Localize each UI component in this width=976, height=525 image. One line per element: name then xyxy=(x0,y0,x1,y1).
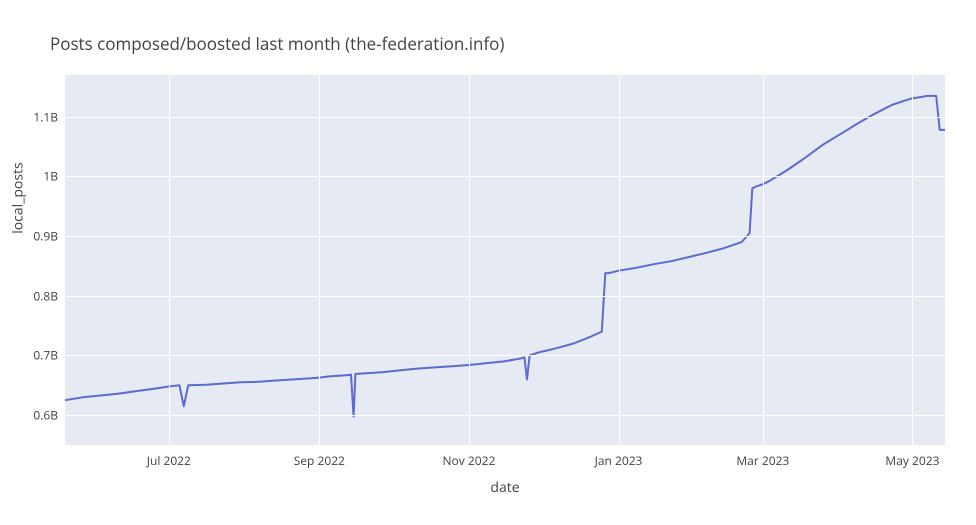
grid-h xyxy=(65,415,945,416)
x-tick-label: Mar 2023 xyxy=(736,452,789,469)
x-tick-label: Jul 2022 xyxy=(147,452,191,469)
y-tick-label: 0.9B xyxy=(8,228,58,245)
x-tick-label: Sep 2022 xyxy=(294,452,345,469)
grid-h xyxy=(65,117,945,118)
grid-h xyxy=(65,236,945,237)
chart-title: Posts composed/boosted last month (the-f… xyxy=(50,32,504,55)
x-tick-label: Nov 2022 xyxy=(443,452,496,469)
grid-h xyxy=(65,296,945,297)
grid-v xyxy=(319,75,320,445)
y-tick-label: 1.1B xyxy=(8,108,58,125)
y-tick-label: 0.6B xyxy=(8,407,58,424)
grid-v xyxy=(912,75,913,445)
x-tick-label: May 2023 xyxy=(885,452,939,469)
grid-v xyxy=(469,75,470,445)
x-axis-label: date xyxy=(490,478,519,497)
y-tick-label: 0.7B xyxy=(8,347,58,364)
line-series xyxy=(65,75,945,445)
y-tick-label: 1B xyxy=(8,168,58,185)
grid-h xyxy=(65,176,945,177)
x-tick-label: Jan 2023 xyxy=(595,452,643,469)
grid-v xyxy=(169,75,170,445)
y-tick-label: 0.8B xyxy=(8,287,58,304)
chart-container: Posts composed/boosted last month (the-f… xyxy=(0,0,976,525)
grid-v xyxy=(763,75,764,445)
grid-v xyxy=(619,75,620,445)
plot-area xyxy=(65,75,945,445)
grid-h xyxy=(65,355,945,356)
